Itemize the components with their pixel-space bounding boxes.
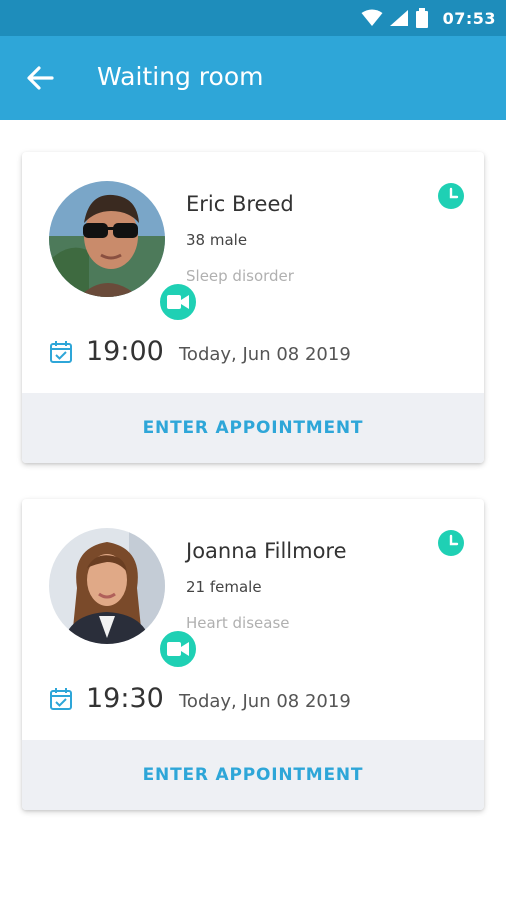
page-title: Waiting room: [97, 62, 264, 91]
avatar-container: [49, 528, 199, 670]
appointment-date: Today, Jun 08 2019: [179, 344, 351, 365]
calendar-icon: [50, 341, 72, 363]
avatar: [49, 181, 165, 297]
appointment-card: Eric Breed 38 male Sleep disorder 19:00 …: [22, 152, 484, 463]
video-call-button[interactable]: [157, 628, 199, 670]
status-icons: 07:53: [361, 6, 496, 30]
back-button[interactable]: [22, 60, 58, 96]
enter-appointment-button[interactable]: ENTER APPOINTMENT: [22, 740, 484, 810]
enter-appointment-button[interactable]: ENTER APPOINTMENT: [22, 393, 484, 463]
status-bar: 07:53: [0, 0, 506, 36]
patient-condition: Heart disease: [186, 614, 290, 632]
video-call-button[interactable]: [157, 281, 199, 323]
signal-icon: [389, 10, 408, 26]
enter-appointment-label: ENTER APPOINTMENT: [142, 418, 364, 438]
video-camera-icon: [167, 295, 189, 309]
avatar: [49, 528, 165, 644]
patient-age-gender: 38 male: [186, 231, 248, 249]
clock-icon: [438, 530, 464, 556]
avatar-container: [49, 181, 199, 323]
status-time: 07:53: [442, 8, 496, 28]
enter-appointment-label: ENTER APPOINTMENT: [142, 765, 364, 785]
appointment-time: 19:00: [86, 336, 164, 367]
patient-name: Joanna Fillmore: [186, 539, 347, 563]
arrow-back-icon: [27, 66, 54, 90]
appointment-time: 19:30: [86, 683, 164, 714]
video-camera-icon: [167, 642, 189, 656]
patient-condition: Sleep disorder: [186, 267, 294, 285]
battery-icon: [415, 8, 428, 28]
appointment-card: Joanna Fillmore 21 female Heart disease …: [22, 499, 484, 810]
appointment-date: Today, Jun 08 2019: [179, 691, 351, 712]
calendar-icon: [50, 688, 72, 710]
patient-name: Eric Breed: [186, 192, 294, 216]
patient-age-gender: 21 female: [186, 578, 262, 596]
wifi-icon: [361, 9, 383, 26]
clock-icon: [438, 183, 464, 209]
app-bar: Waiting room: [0, 36, 506, 120]
